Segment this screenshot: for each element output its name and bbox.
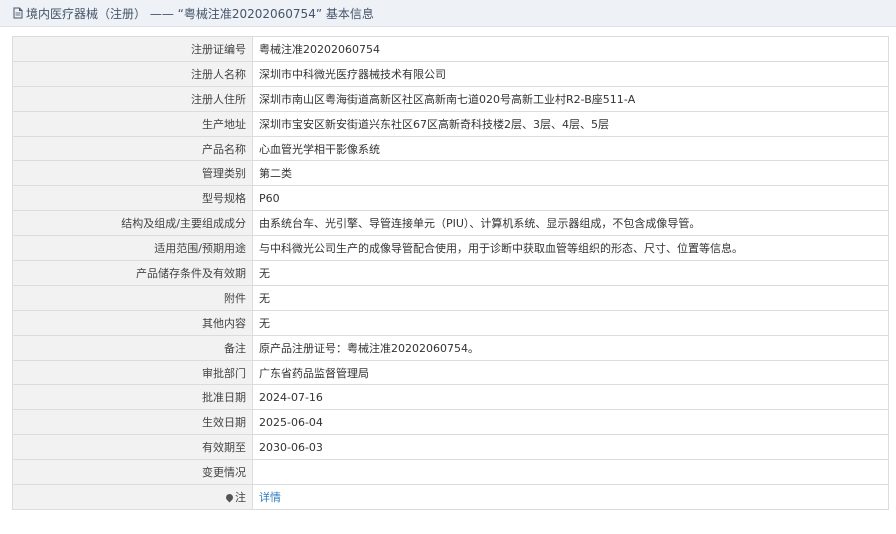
field-label: 其他内容 xyxy=(12,309,253,336)
table-row: 附件无 xyxy=(12,284,889,311)
field-value: 2024-07-16 xyxy=(252,384,889,411)
note-label: 注 xyxy=(235,490,246,504)
table-row: 注册人住所 深圳市南山区粤海街道高新区社区高新南七道020号高新工业村R2-B座5… xyxy=(12,85,889,112)
field-value: 粤械注准20202060754 xyxy=(252,36,889,62)
page-header: 境内医疗器械（注册） —— “粤械注准20202060754” 基本信息 xyxy=(0,0,896,27)
field-label: 产品名称 xyxy=(12,135,253,162)
field-value: 深圳市中科微光医疗器械技术有限公司 xyxy=(252,60,889,87)
field-label: 审批部门 xyxy=(12,359,253,386)
field-label: 适用范围/预期用途 xyxy=(12,235,253,262)
field-value: P60 xyxy=(252,185,889,212)
field-label: 注册人名称 xyxy=(12,60,253,87)
field-label: 型号规格 xyxy=(12,185,253,212)
field-label: 管理类别 xyxy=(12,160,253,187)
note-label-cell: 注 xyxy=(12,484,253,510)
field-label: 注册人住所 xyxy=(12,85,253,112)
field-value: 广东省药品监督管理局 xyxy=(252,359,889,386)
field-value: 无 xyxy=(252,260,889,286)
table-row-note: 注 详情 xyxy=(12,484,889,510)
field-label: 产品储存条件及有效期 xyxy=(12,260,253,286)
details-link[interactable]: 详情 xyxy=(259,491,281,504)
note-value-cell: 详情 xyxy=(252,484,889,510)
document-icon xyxy=(13,7,23,19)
field-value: 原产品注册证号：粤械注准20202060754。 xyxy=(252,334,889,361)
table-row: 生效日期 2025-06-04 xyxy=(12,409,889,436)
field-label: 生产地址 xyxy=(12,110,253,137)
table-row: 注册证编号 粤械注准20202060754 xyxy=(12,36,889,62)
field-label: 生效日期 xyxy=(12,409,253,436)
field-value: 深圳市南山区粤海街道高新区社区高新南七道020号高新工业村R2-B座511-A xyxy=(252,85,889,112)
table-row: 审批部门 广东省药品监督管理局 xyxy=(12,359,889,386)
field-value: 无 xyxy=(252,309,889,336)
table-row: 结构及组成/主要组成成分 由系统台车、光引擎、导管连接单元（PIU）、计算机系统、… xyxy=(12,210,889,237)
field-label: 结构及组成/主要组成成分 xyxy=(12,210,253,237)
table-row: 批准日期 2024-07-16 xyxy=(12,384,889,411)
field-label: 有效期至 xyxy=(12,434,253,461)
table-row: 变更情况 xyxy=(12,459,889,486)
field-value: 2030-06-03 xyxy=(252,434,889,461)
field-value: 心血管光学相干影像系统 xyxy=(252,135,889,162)
field-value: 第二类 xyxy=(252,160,889,187)
field-value: 2025-06-04 xyxy=(252,409,889,436)
detail-table-body: 注册证编号 粤械注准20202060754 注册人名称 深圳市中科微光医疗器械技术有限… xyxy=(12,36,889,486)
table-row: 适用范围/预期用途 与中科微光公司生产的成像导管配合使用，用于诊断中获取血管等组织… xyxy=(12,235,889,262)
table-row: 型号规格 P60 xyxy=(12,185,889,212)
field-value: 由系统台车、光引擎、导管连接单元（PIU）、计算机系统、显示器组成，不包含成像导… xyxy=(252,210,889,237)
table-row: 产品储存条件及有效期无 xyxy=(12,260,889,286)
field-value: 深圳市宝安区新安街道兴东社区67区高新奇科技楼2层、3层、4层、5层 xyxy=(252,110,889,137)
note-row-body: 注 详情 xyxy=(12,484,889,510)
table-row: 生产地址 深圳市宝安区新安街道兴东社区67区高新奇科技楼2层、3层、4层、5层 xyxy=(12,110,889,137)
field-label: 注册证编号 xyxy=(12,36,253,62)
field-label: 附件 xyxy=(12,284,253,311)
field-value xyxy=(252,459,889,486)
detail-table-container: 注册证编号 粤械注准20202060754 注册人名称 深圳市中科微光医疗器械技术有限… xyxy=(12,36,889,510)
map-pin-icon xyxy=(224,493,235,503)
table-row: 注册人名称 深圳市中科微光医疗器械技术有限公司 xyxy=(12,60,889,87)
field-label: 变更情况 xyxy=(12,459,253,486)
field-value: 与中科微光公司生产的成像导管配合使用，用于诊断中获取血管等组织的形态、尺寸、位置… xyxy=(252,235,889,262)
field-label: 批准日期 xyxy=(12,384,253,411)
detail-table: 注册证编号 粤械注准20202060754 注册人名称 深圳市中科微光医疗器械技术有限… xyxy=(12,36,889,510)
table-row: 其他内容无 xyxy=(12,309,889,336)
table-row: 管理类别 第二类 xyxy=(12,160,889,187)
page-title: 境内医疗器械（注册） —— “粤械注准20202060754” 基本信息 xyxy=(26,6,374,21)
table-row: 有效期至 2030-06-03 xyxy=(12,434,889,461)
field-label: 备注 xyxy=(12,334,253,361)
field-value: 无 xyxy=(252,284,889,311)
table-row: 备注 原产品注册证号：粤械注准20202060754。 xyxy=(12,334,889,361)
table-row: 产品名称 心血管光学相干影像系统 xyxy=(12,135,889,162)
